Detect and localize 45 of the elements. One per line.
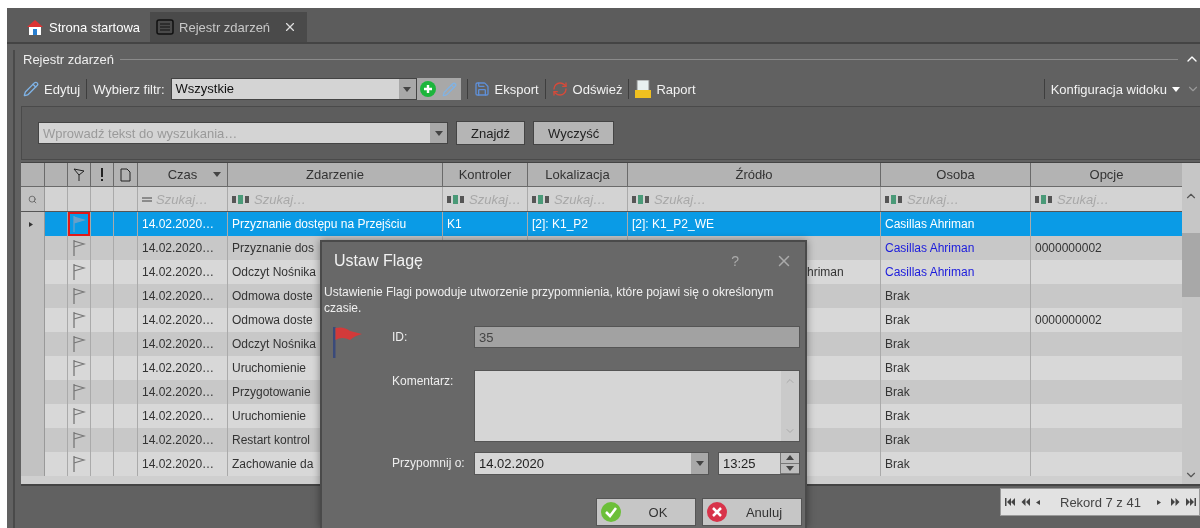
table-cell: hriman xyxy=(807,265,844,279)
table-cell: 14.02.2020… xyxy=(142,313,215,327)
table-cell: Odmowa doste xyxy=(232,289,313,303)
table-cell: Uruchomienie xyxy=(232,409,307,423)
table-cell: Brak xyxy=(885,457,910,471)
table-cell: Przygotowanie xyxy=(232,385,311,399)
table-cell: K1 xyxy=(447,217,462,231)
table-cell: [2]: K1_P2_WE xyxy=(632,217,715,231)
field-label: ID: xyxy=(392,329,409,344)
dialog-title: Ustaw Flagę xyxy=(334,252,424,270)
table-cell: Odmowa doste xyxy=(232,313,313,327)
table-cell: Odczyt Nośnika xyxy=(232,265,317,279)
table-cell: 14.02.2020… xyxy=(142,217,215,231)
table-cell: 0000000002 xyxy=(1035,241,1102,255)
group-title: Rejestr zdarzeń xyxy=(23,51,115,67)
record-counter: Rekord 7 z 41 xyxy=(1060,494,1141,510)
table-cell: [2]: K1_P2 xyxy=(532,217,589,231)
table-cell: Brak xyxy=(885,337,910,351)
table-cell: 14.02.2020… xyxy=(142,361,215,375)
table-cell: 14.02.2020… xyxy=(142,409,215,423)
table-cell: 14.02.2020… xyxy=(142,385,215,399)
table-cell: 14.02.2020… xyxy=(142,337,215,351)
table-cell: Zachowanie da xyxy=(232,457,314,471)
table-cell: Brak xyxy=(885,361,910,375)
table-cell: Brak xyxy=(885,289,910,303)
table-cell: 14.02.2020… xyxy=(142,457,215,471)
table-cell: 14.02.2020… xyxy=(142,265,215,279)
table-cell: Odczyt Nośnika xyxy=(232,337,317,351)
table-cell: Przyznanie dostępu na Przejściu xyxy=(232,217,407,231)
dialog-description: Ustawienie Flagi powoduje utworzenie przypomnienia, które pojawi się o określonym czasie. xyxy=(324,284,775,316)
filter-label: Wybierz filtr: xyxy=(93,81,165,97)
table-cell: Brak xyxy=(885,313,910,327)
table-cell: Brak xyxy=(885,385,910,399)
table-cell: Uruchomienie xyxy=(232,361,307,375)
table-cell: Brak xyxy=(885,433,910,447)
table-cell: 0000000002 xyxy=(1035,313,1102,327)
table-cell: Przyznanie dos xyxy=(232,241,315,255)
table-cell: 14.02.2020… xyxy=(142,241,215,255)
table-cell: Casillas Ahriman xyxy=(885,217,975,231)
table-cell: 14.02.2020… xyxy=(142,433,215,447)
table-cell: Brak xyxy=(885,409,910,423)
table-cell: 14.02.2020… xyxy=(142,289,215,303)
table-cell: Restart kontrol xyxy=(232,433,311,447)
field-label: Komentarz: xyxy=(392,373,455,388)
field-label: Przypomnij o: xyxy=(392,455,466,470)
